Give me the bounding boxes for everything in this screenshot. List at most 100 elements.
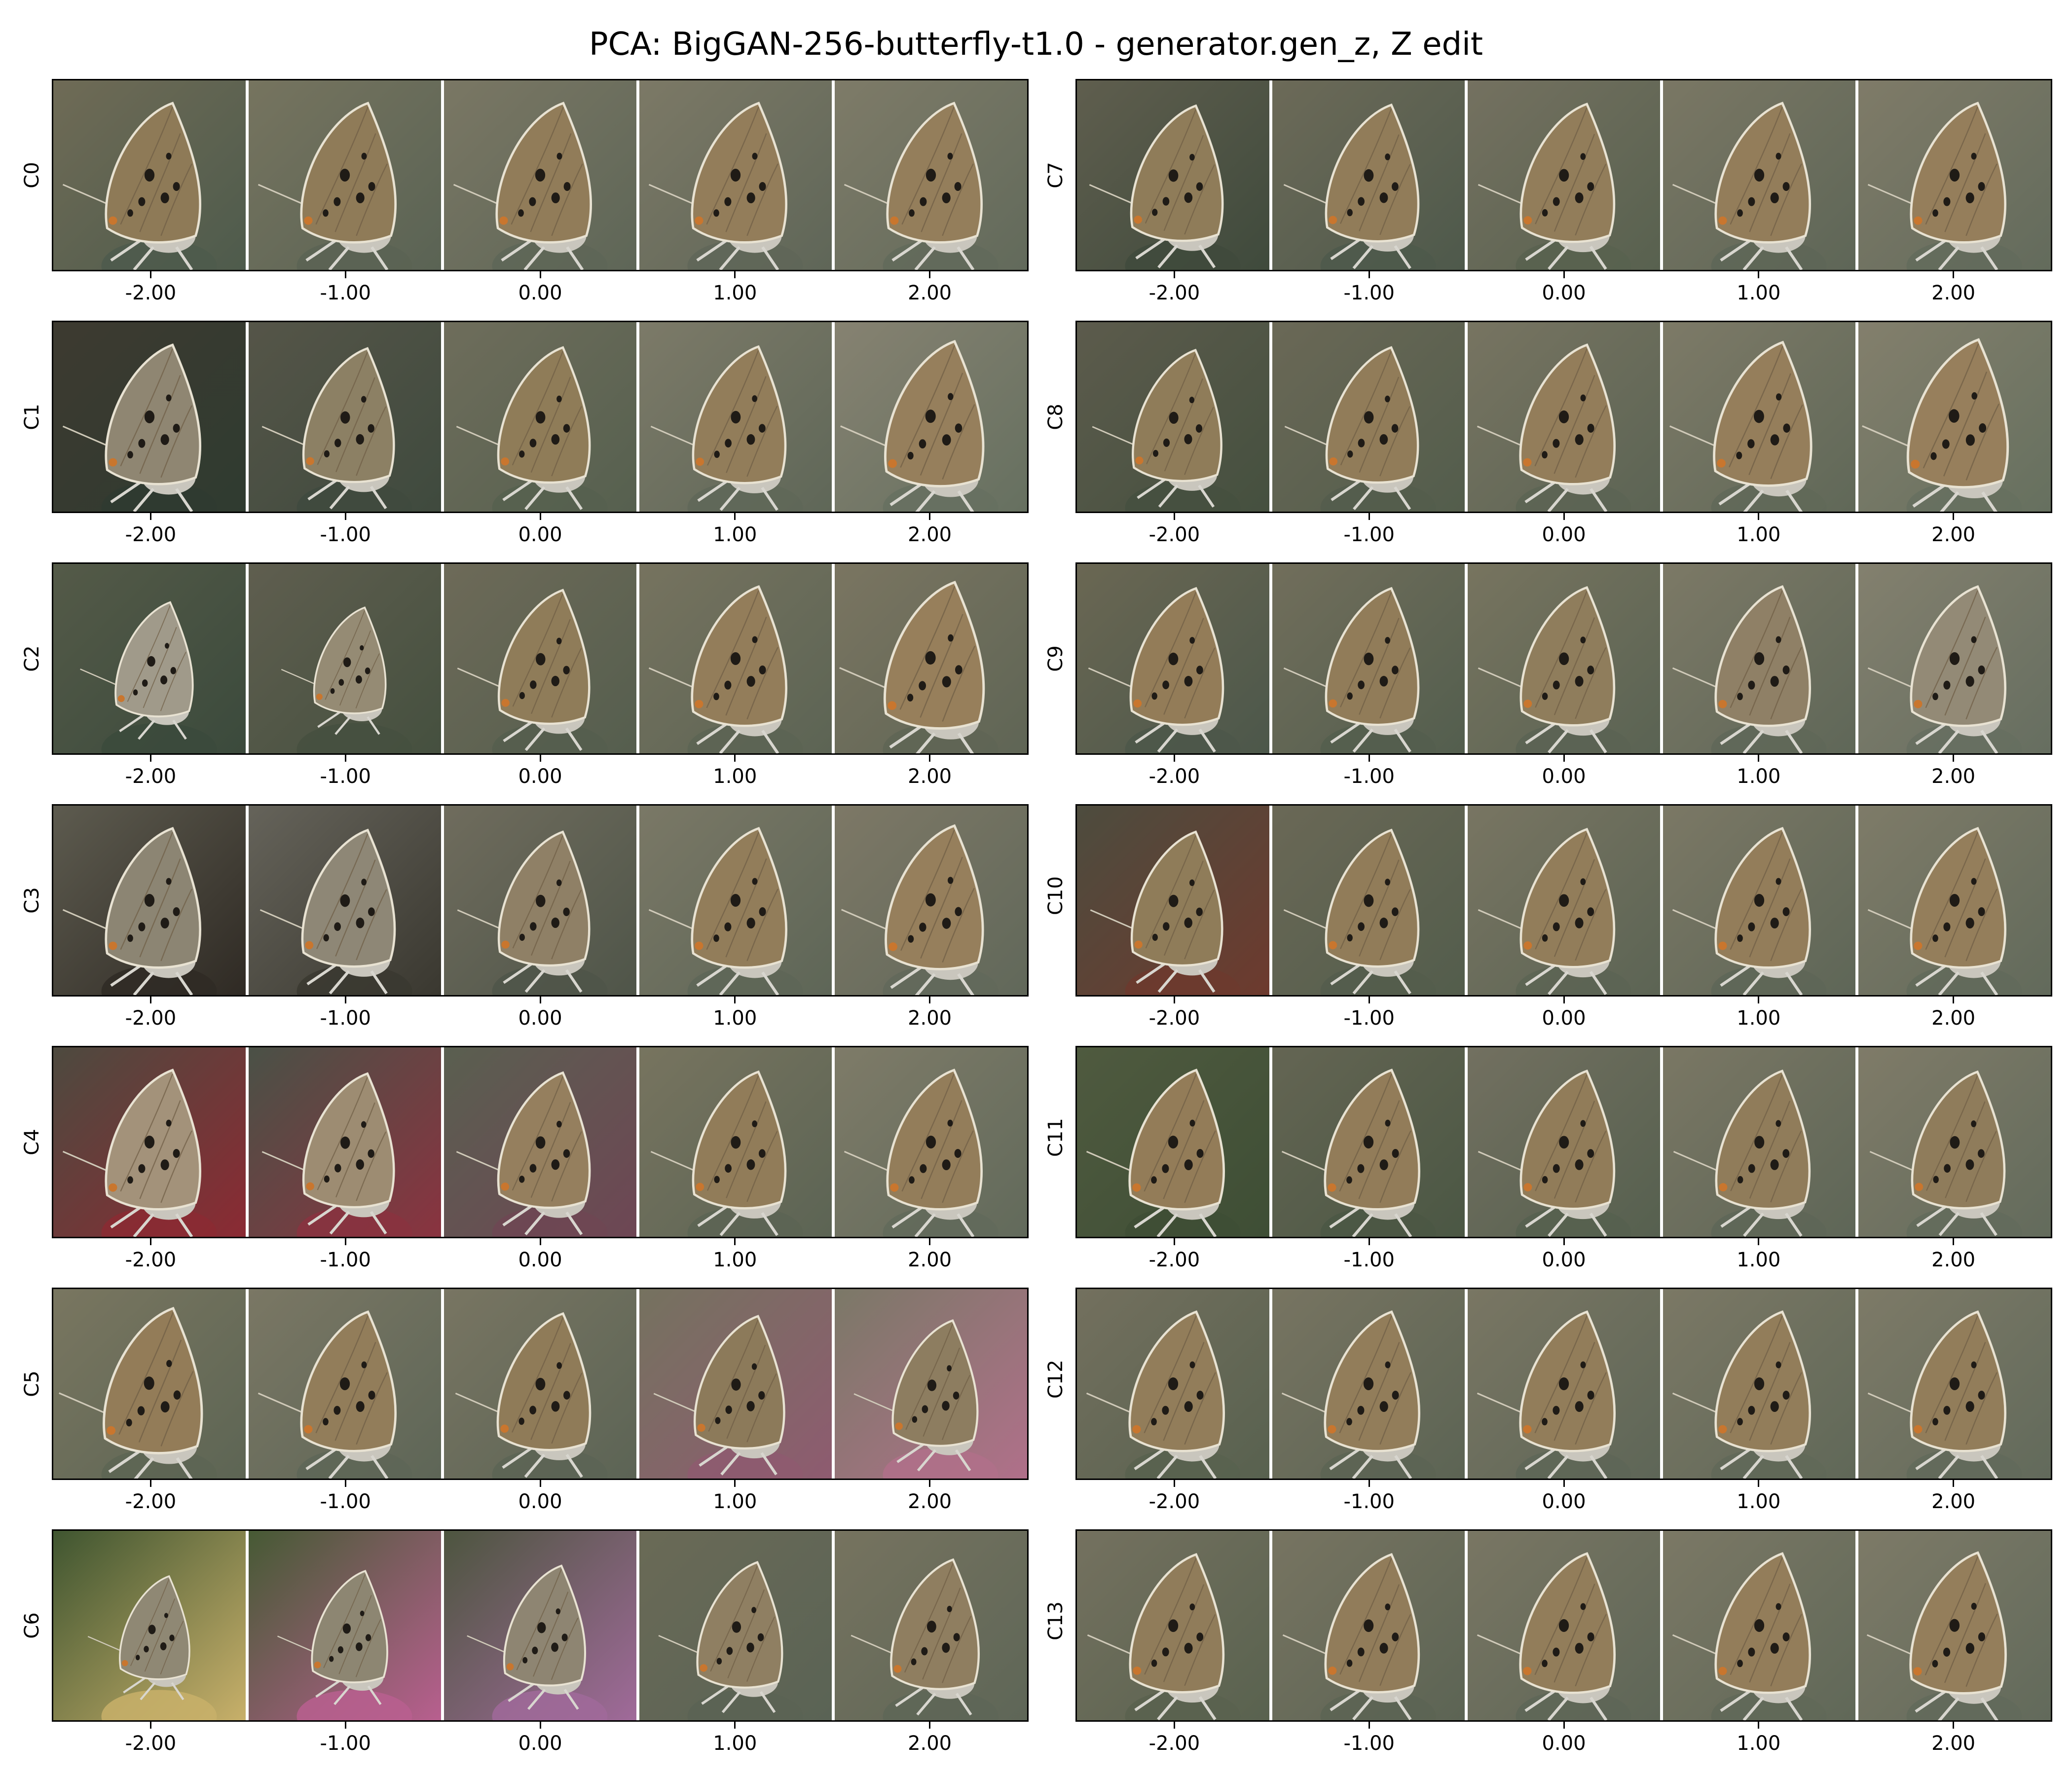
x-tick-label: 2.00 [908, 1732, 952, 1755]
thumbnail [1855, 1047, 2051, 1237]
x-tick-label: 0.00 [518, 1490, 562, 1513]
x-tick [1953, 271, 1955, 278]
x-tick [1758, 1480, 1760, 1487]
x-tick [539, 755, 541, 762]
x-tick-label: 2.00 [1931, 1490, 1976, 1513]
butterfly-thumbnail [444, 1531, 636, 1720]
thumbnail [832, 564, 1027, 753]
x-tick-label: 1.00 [713, 1249, 757, 1271]
thumbnail [636, 1289, 832, 1479]
butterfly-thumbnail [53, 322, 246, 512]
thumbnail [1660, 564, 1855, 753]
thumbnail [1269, 80, 1465, 270]
butterfly-thumbnail [249, 806, 441, 995]
x-tick-label: -1.00 [320, 765, 371, 788]
x-tick-label: 0.00 [1542, 1249, 1586, 1271]
x-tick-label: 2.00 [1931, 523, 1976, 546]
x-tick-label: 1.00 [1737, 765, 1781, 788]
thumbnail [441, 806, 636, 995]
butterfly-thumbnail [1858, 1531, 2051, 1720]
x-tick-label: -1.00 [320, 1490, 371, 1513]
image-strip-c4 [52, 1046, 1029, 1238]
image-strip-c11 [1075, 1046, 2052, 1238]
x-tick [1563, 997, 1565, 1003]
row-label-c11: C11 [1044, 1118, 1067, 1157]
image-strip-c1 [52, 321, 1029, 513]
thumbnail [246, 564, 441, 753]
butterfly-thumbnail [1468, 322, 1660, 512]
x-tick-label: 1.00 [1737, 282, 1781, 304]
x-tick-label: -1.00 [320, 1007, 371, 1030]
image-strip-c13 [1075, 1529, 2052, 1722]
thumbnail [1660, 1289, 1855, 1479]
x-tick-label: 0.00 [518, 1007, 562, 1030]
x-tick [929, 513, 931, 520]
butterfly-thumbnail [1272, 1047, 1465, 1237]
x-tick [1173, 1480, 1175, 1487]
x-tick [539, 1480, 541, 1487]
row-label-c12: C12 [1044, 1360, 1067, 1399]
thumbnail [1855, 1289, 2051, 1479]
thumbnail [1269, 564, 1465, 753]
butterfly-thumbnail [835, 1047, 1027, 1237]
x-tick-label: -1.00 [320, 1732, 371, 1755]
image-strip-c8 [1075, 321, 2052, 513]
thumbnail [832, 322, 1027, 512]
butterfly-thumbnail [1272, 80, 1465, 270]
thumbnail [1465, 1047, 1660, 1237]
thumbnail [1465, 806, 1660, 995]
thumbnail [1077, 564, 1269, 753]
thumbnail [1465, 564, 1660, 753]
x-tick-label: 0.00 [1542, 1490, 1586, 1513]
x-tick [344, 1480, 346, 1487]
thumbnail [1465, 1289, 1660, 1479]
x-tick [929, 1238, 931, 1245]
row-label-c4: C4 [21, 1129, 43, 1155]
thumbnail [53, 1289, 246, 1479]
thumbnail [441, 322, 636, 512]
x-tick-label: -1.00 [1343, 1249, 1395, 1271]
butterfly-thumbnail [1468, 806, 1660, 995]
thumbnail [246, 80, 441, 270]
thumbnail [1269, 322, 1465, 512]
x-tick-label: 2.00 [908, 1490, 952, 1513]
x-tick [1368, 1722, 1370, 1729]
butterfly-thumbnail [1077, 1289, 1269, 1479]
butterfly-thumbnail [53, 1047, 246, 1237]
x-tick [1758, 1238, 1760, 1245]
thumbnail [636, 564, 832, 753]
thumbnail [832, 806, 1027, 995]
butterfly-thumbnail [53, 806, 246, 995]
butterfly-thumbnail [1468, 1047, 1660, 1237]
butterfly-thumbnail [1468, 1531, 1660, 1720]
thumbnail [636, 322, 832, 512]
thumbnail [832, 1531, 1027, 1720]
x-tick-label: 1.00 [713, 282, 757, 304]
thumbnail [1077, 1531, 1269, 1720]
image-strip-c5 [52, 1288, 1029, 1480]
thumbnail [1855, 80, 2051, 270]
x-tick-label: 2.00 [1931, 1249, 1976, 1271]
image-strip-c10 [1075, 804, 2052, 997]
thumbnail [246, 806, 441, 995]
x-tick [929, 997, 931, 1003]
butterfly-thumbnail [639, 806, 832, 995]
butterfly-thumbnail [249, 1289, 441, 1479]
x-tick-label: 2.00 [908, 1249, 952, 1271]
butterfly-thumbnail [1663, 1047, 1855, 1237]
row-label-c7: C7 [1044, 162, 1067, 188]
thumbnail [832, 1289, 1027, 1479]
butterfly-thumbnail [835, 1531, 1027, 1720]
x-tick-label: 0.00 [518, 282, 562, 304]
butterfly-thumbnail [835, 322, 1027, 512]
x-tick [344, 1238, 346, 1245]
x-tick [1563, 1480, 1565, 1487]
x-tick-label: -2.00 [1148, 1007, 1200, 1030]
butterfly-thumbnail [1272, 564, 1465, 753]
x-tick-label: -2.00 [125, 765, 177, 788]
butterfly-thumbnail [1663, 80, 1855, 270]
thumbnail [53, 322, 246, 512]
thumbnail [441, 80, 636, 270]
x-tick-label: -1.00 [1343, 765, 1395, 788]
x-tick-label: -2.00 [125, 1490, 177, 1513]
